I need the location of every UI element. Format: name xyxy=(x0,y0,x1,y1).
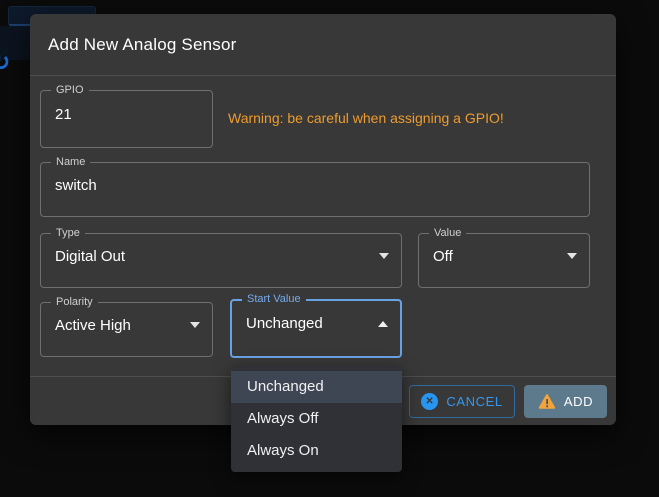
warning-triangle-icon xyxy=(538,394,556,410)
menu-item-unchanged[interactable]: Unchanged xyxy=(231,371,402,403)
menu-item-always-off[interactable]: Always Off xyxy=(231,403,402,435)
chevron-up-icon xyxy=(378,321,388,327)
add-button-label: ADD xyxy=(564,394,593,409)
name-field[interactable]: Name xyxy=(40,157,590,217)
gpio-warning-text: Warning: be careful when assigning a GPI… xyxy=(228,110,504,126)
name-label: Name xyxy=(51,157,90,168)
value-select[interactable]: Value Off xyxy=(418,228,590,288)
value-value: Off xyxy=(433,248,453,265)
cancel-button[interactable]: ✕ CANCEL xyxy=(409,385,515,418)
screen: ↻ Add New Analog Sensor GPIO Warning: be… xyxy=(0,0,659,497)
gpio-label: GPIO xyxy=(51,85,89,96)
polarity-select[interactable]: Polarity Active High xyxy=(40,297,213,357)
start-value-menu: Unchanged Always Off Always On xyxy=(231,366,402,472)
dialog-header: Add New Analog Sensor xyxy=(30,14,616,76)
type-value: Digital Out xyxy=(55,248,125,265)
type-label: Type xyxy=(51,228,85,239)
cancel-circle-icon: ✕ xyxy=(421,393,438,410)
gpio-field[interactable]: GPIO xyxy=(40,85,213,148)
menu-item-always-on[interactable]: Always On xyxy=(231,435,402,467)
dialog-title: Add New Analog Sensor xyxy=(30,35,237,55)
type-select[interactable]: Type Digital Out xyxy=(40,228,402,288)
chevron-down-icon xyxy=(567,253,577,259)
chevron-down-icon xyxy=(190,322,200,328)
chevron-down-icon xyxy=(379,253,389,259)
polarity-value: Active High xyxy=(55,317,131,334)
gpio-input[interactable] xyxy=(55,106,200,123)
start-value-label: Start Value xyxy=(242,294,306,305)
value-label: Value xyxy=(429,228,466,239)
add-sensor-dialog: Add New Analog Sensor GPIO Warning: be c… xyxy=(30,14,616,425)
polarity-label: Polarity xyxy=(51,297,98,308)
add-button[interactable]: ADD xyxy=(524,385,607,418)
start-value-value: Unchanged xyxy=(246,315,323,332)
cancel-button-label: CANCEL xyxy=(446,394,502,409)
start-value-select[interactable]: Start Value Unchanged xyxy=(230,294,402,358)
name-input[interactable] xyxy=(55,177,577,194)
refresh-icon: ↻ xyxy=(0,48,19,76)
